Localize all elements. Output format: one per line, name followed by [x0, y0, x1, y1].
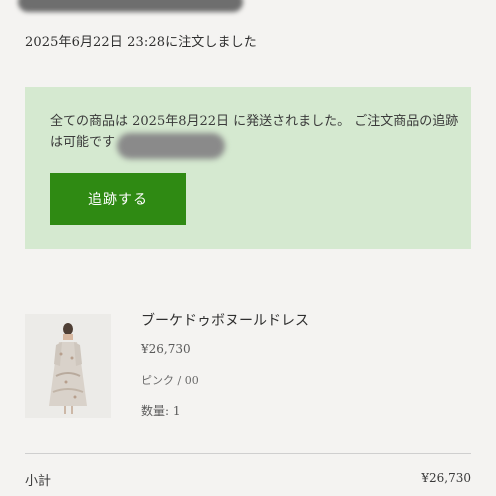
- order-date-text: 2025年6月22日 23:28に注文しました: [25, 35, 257, 50]
- shipping-notice: 全ての商品は 2025年8月22日 に発送されました。 ご注文商品の追跡は可能で…: [25, 87, 471, 249]
- dress-photo-icon: [25, 314, 111, 418]
- product-name[interactable]: ブーケドゥボヌールドレス: [141, 310, 309, 330]
- shipping-notice-text: 全ての商品は 2025年8月22日 に発送されました。 ご注文商品の追跡は可能で…: [50, 114, 459, 150]
- product-image[interactable]: [25, 314, 111, 418]
- product-quantity: 数量: 1: [141, 404, 181, 418]
- summary-divider: [25, 453, 471, 454]
- subtotal-label: 小計: [25, 474, 52, 489]
- track-button[interactable]: 追跡する: [50, 173, 186, 225]
- redacted-header-text: [18, 0, 243, 12]
- product-price: ¥26,730: [141, 342, 191, 356]
- subtotal-value: ¥26,730: [421, 471, 471, 485]
- redacted-tracking-text: [117, 133, 225, 159]
- product-variant: ピンク / 00: [141, 374, 199, 387]
